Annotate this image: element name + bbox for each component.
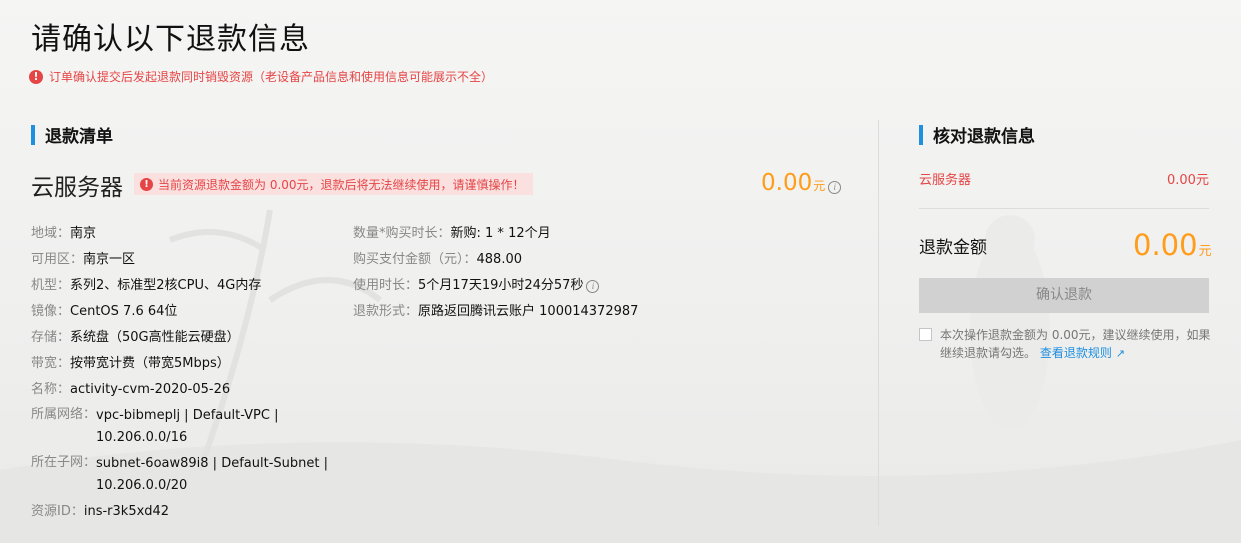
field-usage-duration: 使用时长：5个月17天19小时24分57秒 i [353, 276, 600, 296]
field-bandwidth: 带宽：按带宽计费（带宽5Mbps） [31, 354, 230, 374]
field-value: vpc-bibmeplj | Default-VPC | 10.206.0.0/… [96, 408, 279, 445]
field-region: 地域：南京 [31, 224, 96, 244]
field-value: ins-r3k5xd42 [83, 504, 170, 519]
agreement-text: 本次操作退款金额为 0.00元，建议继续使用，如果继续退款请勾选。 查看退款规则… [940, 326, 1212, 363]
field-image: 镜像：CentOS 7.6 64位 [31, 302, 177, 322]
total-refund-amount-unit: 元 [1198, 244, 1212, 259]
section-accent-bar [31, 124, 35, 145]
product-refund-amount: 0.00 元 i [761, 170, 842, 196]
vertical-divider [878, 120, 879, 526]
field-label: 存储： [31, 330, 71, 345]
field-paid-amount: 购买支付金额（元）：488.00 [353, 250, 522, 270]
page-title: 请确认以下退款信息 [31, 22, 310, 57]
field-value: 系统盘（50G高性能云硬盘） [70, 330, 240, 345]
field-resource-id: 资源ID：ins-r3k5xd42 [31, 502, 169, 522]
product-warning-text: 当前资源退款金额为 0.00元，退款后将无法继续使用，请谨慎操作！ [158, 177, 525, 192]
field-subnet: 所在子网：subnet-6oaw89i8 | Default-Subnet | … [31, 453, 336, 497]
check-product-name: 云服务器 [919, 173, 972, 188]
refund-list-heading-text: 退款清单 [45, 127, 113, 147]
section-accent-bar [919, 124, 923, 145]
agreement-checkbox[interactable] [919, 328, 932, 341]
field-label: 所属网络： [31, 407, 97, 422]
field-value: subnet-6oaw89i8 | Default-Subnet | 10.20… [96, 456, 328, 493]
field-instance-type: 机型：系列2、标准型2核CPU、4G内存 [31, 276, 261, 296]
total-refund-label: 退款金额 [919, 238, 987, 258]
field-value: 系列2、标准型2核CPU、4G内存 [70, 278, 262, 293]
field-name: 名称：activity-cvm-2020-05-26 [31, 380, 230, 400]
field-label: 购买支付金额（元）： [353, 252, 477, 267]
field-value: activity-cvm-2020-05-26 [70, 382, 231, 397]
field-value: 南京一区 [83, 252, 136, 267]
product-warning-badge: ! 当前资源退款金额为 0.00元，退款后将无法继续使用，请谨慎操作！ [134, 173, 533, 195]
field-value: 原路返回腾讯云账户 100014372987 [418, 304, 639, 319]
confirm-refund-button[interactable]: 确认退款 [919, 278, 1209, 313]
check-panel-heading: 核对退款信息 [919, 122, 1035, 147]
field-label: 镜像： [31, 304, 71, 319]
field-network: 所属网络：vpc-bibmeplj | Default-VPC | 10.206… [31, 405, 336, 449]
field-storage: 存储：系统盘（50G高性能云硬盘） [31, 328, 240, 348]
total-refund-amount-value: 0.00 [1133, 228, 1198, 262]
field-value: 南京 [70, 226, 97, 241]
field-value: 488.00 [476, 252, 523, 267]
product-refund-amount-value: 0.00 [761, 170, 813, 196]
refund-list-heading: 退款清单 [31, 122, 113, 147]
check-panel-heading-text: 核对退款信息 [933, 127, 1035, 147]
field-label: 可用区： [31, 252, 84, 267]
field-zone: 可用区：南京一区 [31, 250, 135, 270]
field-quantity-duration: 数量*购买时长：新购: 1 * 12个月 [353, 224, 551, 244]
warning-icon: ! [140, 177, 153, 191]
refund-rules-link[interactable]: 查看退款规则 [1040, 346, 1112, 360]
product-name: 云服务器 [31, 175, 123, 201]
field-value: 按带宽计费（带宽5Mbps） [70, 356, 230, 371]
field-label: 资源ID： [31, 504, 84, 519]
field-label: 机型： [31, 278, 71, 293]
field-refund-method: 退款形式：原路返回腾讯云账户 100014372987 [353, 302, 638, 322]
product-refund-amount-unit: 元 [813, 179, 826, 193]
field-label: 地域： [31, 226, 71, 241]
refund-notice-text: 订单确认提交后发起退款同时销毁资源（老设备产品信息和使用信息可能展示不全） [49, 70, 494, 84]
field-label: 带宽： [31, 356, 71, 371]
info-icon[interactable]: i [828, 181, 842, 194]
check-product-amount: 0.00元 [1167, 173, 1209, 188]
field-value: 5个月17天19小时24分57秒 [418, 278, 584, 293]
field-label: 使用时长： [353, 278, 419, 293]
divider [919, 208, 1209, 209]
total-refund-amount: 0.00 元 [1133, 228, 1212, 262]
field-label: 数量*购买时长： [353, 226, 451, 241]
info-icon[interactable]: i [586, 280, 600, 293]
field-label: 名称： [31, 382, 71, 397]
refund-notice: ! 订单确认提交后发起退款同时销毁资源（老设备产品信息和使用信息可能展示不全） [29, 68, 493, 85]
field-value: 新购: 1 * 12个月 [450, 226, 551, 241]
field-label: 退款形式： [353, 304, 419, 319]
external-link-icon[interactable]: ↗ [1116, 345, 1125, 363]
warning-icon: ! [29, 69, 43, 84]
field-label: 所在子网： [31, 455, 97, 470]
field-value: CentOS 7.6 64位 [70, 304, 178, 319]
